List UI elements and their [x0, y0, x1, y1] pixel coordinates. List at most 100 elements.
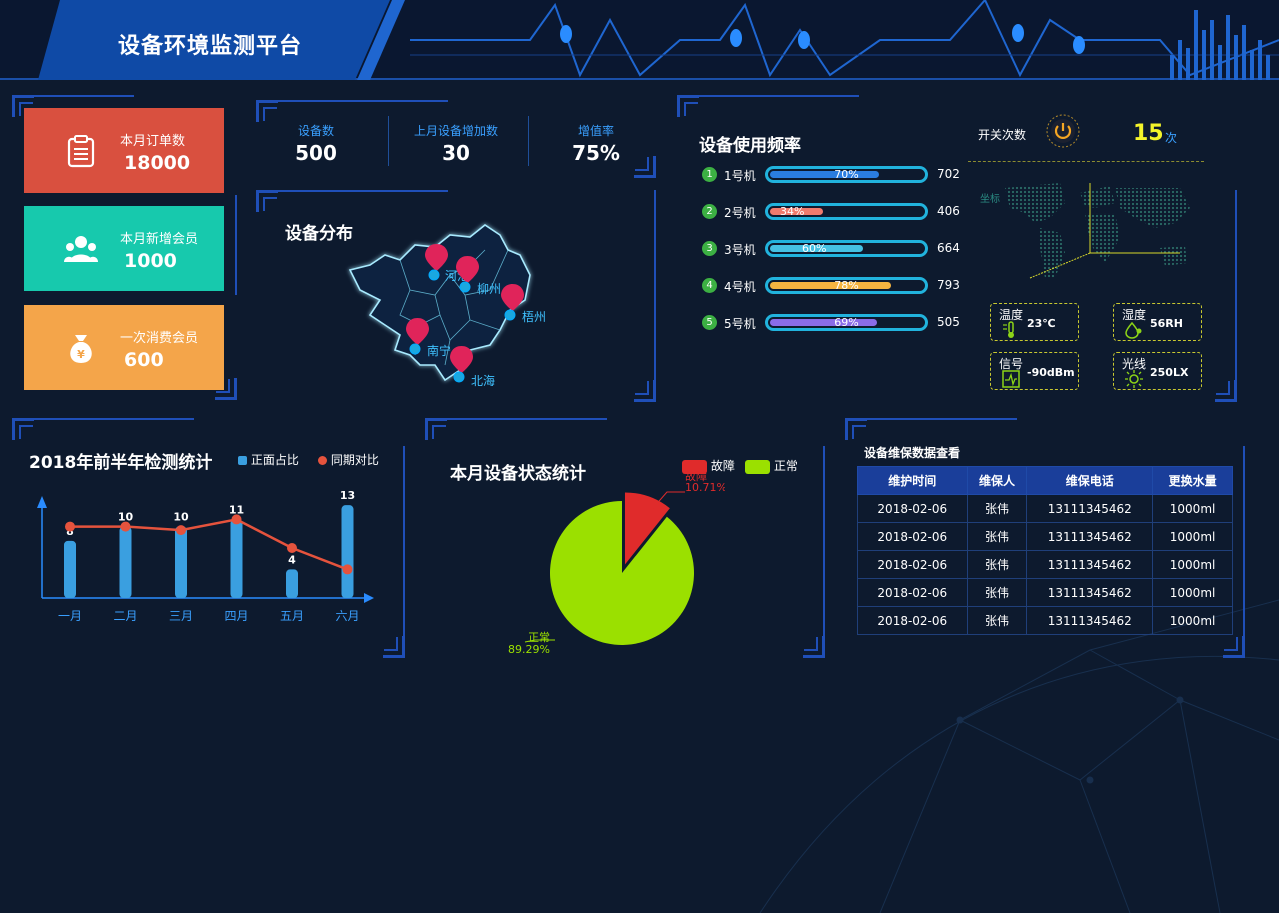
usage-bar-track: 69% — [765, 314, 928, 331]
sensor-value: 250LX — [1150, 366, 1189, 379]
legend-swatch — [238, 456, 247, 465]
stat-value: 1000 — [124, 250, 177, 272]
kpi-device-count-label: 设备数 — [297, 124, 334, 138]
table-cell: 2018-02-06 — [857, 550, 968, 579]
table-cell: 2018-02-06 — [857, 522, 968, 551]
sensor-humidity[interactable]: 湿度 56RH — [1113, 303, 1202, 341]
legend-label: 正常 — [773, 459, 798, 473]
status-pie-chart[interactable]: 故障10.71%正常89.29% — [495, 470, 725, 660]
svg-text:¥: ¥ — [77, 348, 85, 361]
legend-swatch — [318, 456, 327, 465]
kpi-divider — [388, 116, 389, 166]
header-bar: 设备环境监测平台 — [0, 0, 1279, 80]
legend-item-normal[interactable]: 正常 — [745, 457, 798, 474]
line-point — [65, 521, 75, 532]
column-header[interactable]: 维保人 — [966, 466, 1028, 495]
table-row[interactable]: 2018-02-06 张伟 13111345462 1000ml — [857, 578, 1233, 607]
table-row[interactable]: 2018-02-06 张伟 13111345462 1000ml — [857, 522, 1233, 551]
usage-total: 793 — [937, 278, 960, 292]
table-cell: 张伟 — [966, 550, 1028, 579]
row-index-badge: 1 — [702, 167, 717, 182]
clipboard-icon — [67, 135, 95, 168]
stat-card-orders[interactable]: 本月订单数 18000 — [24, 108, 224, 193]
sensor-temperature[interactable]: 温度 23℃ — [990, 303, 1079, 341]
line-point — [342, 564, 353, 575]
column-header[interactable]: 更换水量 — [1152, 466, 1233, 495]
line-point — [231, 514, 242, 525]
table-cell: 13111345462 — [1026, 522, 1154, 551]
half-year-title: 2018年前半年检测统计 — [29, 453, 213, 473]
droplet-icon — [1125, 321, 1142, 339]
usage-bar-track: 78% — [765, 277, 928, 294]
row-index-badge: 2 — [702, 204, 717, 219]
world-dot-map[interactable] — [975, 178, 1200, 288]
machine-name: 3号机 — [724, 243, 756, 257]
data-label: 10 — [173, 511, 189, 524]
usage-total: 702 — [937, 167, 960, 181]
stat-label: 本月订单数 — [120, 134, 186, 149]
legend-label: 同期对比 — [330, 453, 379, 467]
table-cell: 1000ml — [1152, 522, 1233, 551]
table-cell: 13111345462 — [1026, 550, 1154, 579]
switch-count-value: 15 — [1133, 121, 1164, 146]
table-row[interactable]: 2018-02-06 张伟 13111345462 1000ml — [857, 606, 1233, 635]
usage-bar-track: 70% — [765, 166, 928, 183]
usage-total: 505 — [937, 315, 960, 329]
table-cell: 2018-02-06 — [857, 494, 968, 523]
stat-label: 一次消费会员 — [120, 331, 199, 346]
legend-item-bar[interactable]: 正面占比 — [238, 451, 299, 468]
stat-card-new-members[interactable]: 本月新增会员 1000 — [24, 206, 224, 291]
maintenance-table: 维护时间 维保人 维保电话 更换水量 2018-02-06 张伟 1311134… — [857, 466, 1233, 635]
kpi-added-value: 30 — [442, 141, 470, 165]
kpi-growth-label: 增值率 — [577, 124, 614, 138]
machine-name: 2号机 — [724, 206, 756, 220]
usage-total: 664 — [937, 241, 960, 255]
table-row[interactable]: 2018-02-06 张伟 13111345462 1000ml — [857, 550, 1233, 579]
table-cell: 1000ml — [1152, 550, 1233, 579]
data-label: 4 — [288, 553, 296, 566]
usage-bar-track: 60% — [765, 240, 928, 257]
switch-count-unit: 次 — [1165, 131, 1178, 145]
x-tick-label: 六月 — [335, 609, 359, 623]
x-tick-label: 一月 — [58, 609, 82, 623]
thermometer-icon — [1003, 321, 1014, 338]
machine-name: 4号机 — [724, 280, 756, 294]
table-cell: 1000ml — [1152, 606, 1233, 635]
bar — [341, 505, 354, 598]
legend-item-line[interactable]: 同期对比 — [318, 451, 379, 468]
column-header[interactable]: 维保电话 — [1026, 466, 1154, 495]
x-tick-label: 四月 — [224, 609, 248, 623]
table-cell: 张伟 — [966, 606, 1028, 635]
machine-name: 5号机 — [724, 317, 756, 331]
legend-swatch — [745, 459, 770, 474]
city-label-nanning: 南宁 — [427, 344, 452, 358]
table-cell: 13111345462 — [1026, 606, 1154, 635]
city-label-liuzhou: 柳州 — [477, 282, 502, 296]
table-cell: 张伟 — [966, 494, 1028, 523]
x-tick-label: 三月 — [169, 609, 193, 623]
column-header[interactable]: 维护时间 — [857, 466, 968, 495]
stat-value: 600 — [124, 349, 164, 371]
stat-card-one-time-members[interactable]: ¥ 一次消费会员 600 — [24, 305, 224, 390]
slice-percent-label: 10.71% — [685, 481, 725, 494]
divider-line — [968, 161, 1204, 162]
series-line — [70, 518, 348, 571]
sun-icon — [1125, 370, 1143, 388]
table-cell: 张伟 — [966, 578, 1028, 607]
signal-icon — [1002, 370, 1020, 388]
table-cell: 1000ml — [1152, 494, 1233, 523]
data-label: 13 — [340, 489, 355, 502]
users-icon — [64, 236, 98, 262]
kpi-panel — [256, 100, 656, 178]
sensor-light[interactable]: 光线 250LX — [1113, 352, 1202, 390]
half-year-chart[interactable]: 8一月10二月10三月11四月4五月13六月 — [28, 488, 388, 633]
power-button[interactable] — [1046, 114, 1080, 148]
table-cell: 2018-02-06 — [857, 606, 968, 635]
kpi-growth-value: 75% — [572, 141, 620, 165]
bar — [230, 519, 243, 598]
table-row[interactable]: 2018-02-06 张伟 13111345462 1000ml — [857, 494, 1233, 523]
bar — [119, 526, 132, 598]
usage-percent: 60% — [802, 242, 827, 255]
maintenance-table-wrap: 维护时间 维保人 维保电话 更换水量 2018-02-06 张伟 1311134… — [857, 466, 1233, 635]
sensor-signal[interactable]: 信号 -90dBm — [990, 352, 1079, 390]
